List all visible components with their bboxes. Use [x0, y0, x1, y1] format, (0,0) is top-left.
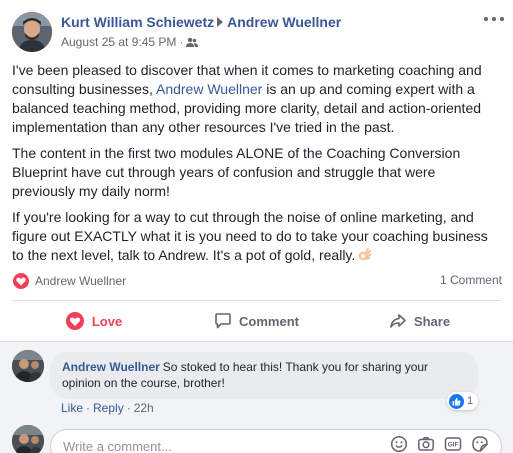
comment-like-button[interactable]: Like	[61, 401, 83, 415]
reactions-summary[interactable]: Andrew Wuellner	[12, 271, 126, 291]
meta-separator: ·	[179, 35, 184, 49]
comment-time[interactable]: 22h	[134, 401, 154, 415]
post-body: I've been pleased to discover that when …	[12, 61, 502, 275]
triangle-right-icon	[217, 17, 224, 27]
comment-like-count[interactable]: 1	[447, 392, 479, 410]
post-header-names: Kurt William Schiewetz Andrew Wuellner	[61, 14, 341, 30]
post-paragraph-1: I've been pleased to discover that when …	[12, 61, 502, 137]
reactor-name: Andrew Wuellner	[35, 274, 127, 288]
commenter-avatar[interactable]	[12, 350, 44, 382]
comment-bubble: Andrew Wuellner So stoked to hear this! T…	[50, 352, 478, 399]
like-count-number: 1	[467, 395, 474, 407]
love-label: Love	[91, 313, 123, 329]
comment-reply-button[interactable]: Reply	[93, 401, 124, 415]
post-paragraph-3: If you're looking for a way to cut throu…	[12, 208, 502, 268]
like-reaction-icon	[449, 393, 464, 409]
comment-input[interactable]	[63, 436, 363, 453]
dot-icon	[484, 17, 488, 21]
comment-button[interactable]: Comment	[175, 302, 338, 340]
friends-icon[interactable]	[186, 37, 199, 51]
comment-actions: Like · Reply · 22h	[61, 401, 154, 415]
camera-icon[interactable]	[417, 435, 435, 453]
love-reaction-icon	[12, 272, 30, 290]
composer-icons: GIF	[390, 435, 489, 453]
love-button[interactable]: Love	[12, 302, 175, 340]
post-timestamp[interactable]: August 25 at 9:45 PM	[61, 35, 176, 49]
paragraph-text: If you're looking for a way to cut throu…	[12, 209, 488, 263]
post-meta: August 25 at 9:45 PM ·	[61, 35, 199, 51]
comment-count-link[interactable]: 1 Comment	[440, 273, 502, 287]
author-avatar[interactable]	[12, 12, 52, 52]
comment-label: Comment	[239, 313, 299, 329]
more-options-button[interactable]	[484, 12, 504, 26]
sticker-icon[interactable]	[471, 435, 489, 453]
gif-icon[interactable]: GIF	[444, 435, 462, 453]
separator: ·	[86, 401, 91, 415]
dot-icon	[492, 17, 496, 21]
action-bar: Love Comment Share	[12, 302, 501, 340]
emoji-icon[interactable]	[390, 435, 408, 453]
viewer-avatar	[12, 425, 44, 453]
share-icon	[390, 314, 406, 328]
svg-text:GIF: GIF	[448, 442, 459, 449]
love-icon	[65, 312, 84, 330]
comment-composer[interactable]: GIF	[50, 429, 502, 453]
share-label: Share	[413, 313, 451, 329]
dot-icon	[500, 17, 504, 21]
ok-hand-emoji-icon	[357, 247, 373, 268]
mention-link[interactable]: Andrew Wuellner	[156, 81, 262, 97]
share-button[interactable]: Share	[338, 302, 501, 340]
comment-icon	[215, 313, 231, 329]
comment-author[interactable]: Andrew Wuellner	[62, 360, 160, 374]
recipient-name[interactable]: Andrew Wuellner	[227, 14, 341, 30]
post-card: Kurt William Schiewetz Andrew Wuellner Au…	[0, 0, 513, 453]
post-paragraph-2: The content in the first two modules ALO…	[12, 145, 461, 199]
divider	[12, 300, 501, 301]
author-name[interactable]: Kurt William Schiewetz	[61, 14, 214, 30]
separator: ·	[126, 401, 131, 415]
